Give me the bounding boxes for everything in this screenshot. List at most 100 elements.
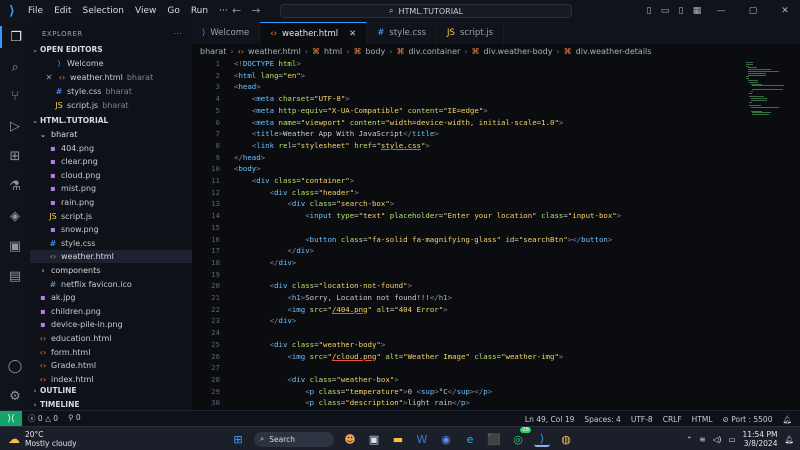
tab-welcome[interactable]: ⟩ Welcome [192,22,261,44]
breadcrumb-item[interactable]: div.weather-details [576,47,652,56]
code-line[interactable]: 13 <div class="search-box"> [192,198,742,210]
code-line[interactable]: 21 <h1>Sorry, Location not found!!!</h1> [192,292,742,304]
notification-icon[interactable]: 🔔︎ [784,435,794,444]
ports-indicator[interactable]: ⚲ 0 [68,413,81,424]
volume-icon[interactable]: ◁) [713,435,722,444]
open-editors-header[interactable]: ⌄ OPEN EDITORS [30,43,192,56]
breadcrumb-item[interactable]: bharat [200,47,226,56]
battery-icon[interactable]: ▭ [728,435,735,444]
tree-file[interactable]: JS script.js [30,210,192,223]
live-server-port[interactable]: ⊘ Port : 5500 [723,415,773,424]
code-line[interactable]: 26 <img src="/cloud.png" alt="Weather Im… [192,351,742,363]
code-line[interactable]: 7 <title>Weather App With JavaScript</ti… [192,128,742,140]
minimize-icon[interactable]: — [706,6,736,16]
source-control-icon[interactable]: ⑂ [0,85,30,107]
workspace-header[interactable]: ⌄ HTML.TUTORIAL [30,114,192,127]
zoom-icon[interactable]: ◉ [438,431,454,447]
breadcrumb-item[interactable]: body [365,47,385,56]
more-actions-icon[interactable]: ··· [174,30,182,38]
code-line[interactable]: 11 <div class="container"> [192,175,742,187]
tree-file[interactable]: ‹› form.html [30,346,192,359]
code-line[interactable]: 10 <body> [192,163,742,175]
toggle-secondary-sidebar-icon[interactable]: ▯ [674,6,688,16]
task-view-icon[interactable]: ▣ [366,431,382,447]
toggle-panel-icon[interactable]: ▭ [658,6,672,16]
toggle-sidebar-icon[interactable]: ▯ [642,6,656,16]
remote-explorer-icon[interactable]: ▣ [0,235,30,257]
tree-file[interactable]: ▪ 404.png [30,142,192,155]
breadcrumb-item[interactable]: div.weather-body [484,47,553,56]
tree-file[interactable]: ▪ device-pile-in.png [30,318,192,331]
tree-folder[interactable]: ⌄ bharat [30,128,192,141]
tab-script-js[interactable]: JS script.js [437,22,505,44]
word-icon[interactable]: W [414,431,430,447]
code-line[interactable]: 4 <meta charset="UTF-8"> [192,93,742,105]
code-line[interactable]: 2 <html lang="en"> [192,70,742,82]
code-line[interactable]: 27 [192,362,742,374]
tree-file[interactable]: # style.css [30,237,192,250]
tab-weather-html[interactable]: ‹› weather.html ✕ [260,22,368,44]
back-arrow-icon[interactable]: ← [232,4,241,17]
command-search[interactable]: ⌕ HTML.TUTORIAL [280,4,572,18]
menu-file[interactable]: File [28,6,43,16]
minimap[interactable] [742,58,800,410]
tree-file[interactable]: ‹› education.html [30,332,192,345]
run-debug-icon[interactable]: ▷ [0,115,30,137]
tree-file[interactable]: # netflix favicon.ico [30,278,192,291]
weather-widget[interactable]: ☁ 20°C Mostly cloudy [8,430,77,448]
notifications-bell-icon[interactable]: 🔔︎ [782,415,792,424]
close-tab-icon[interactable]: ✕ [349,29,356,39]
file-explorer-icon[interactable]: ▬ [390,431,406,447]
close-icon[interactable]: ✕ [44,73,54,82]
menu-run[interactable]: Run [191,6,208,16]
code-line[interactable]: 8 <link rel="stylesheet" href="style.css… [192,140,742,152]
chrome-icon[interactable]: ◍ [558,431,574,447]
code-line[interactable]: 29 <p class="temperature">0 <sup>°C</sup… [192,386,742,398]
tree-folder[interactable]: › components [30,264,192,277]
code-line[interactable]: 12 <div class="header"> [192,187,742,199]
store-icon[interactable]: ⬛ [486,431,502,447]
forward-arrow-icon[interactable]: → [251,4,260,17]
code-line[interactable]: 24 [192,327,742,339]
menu-view[interactable]: View [135,6,156,16]
testing-flask-icon[interactable]: ⚗ [0,175,30,197]
maximize-icon[interactable]: ▢ [738,6,768,16]
wifi-icon[interactable]: ≋ [699,435,705,444]
code-line[interactable]: 19 [192,269,742,281]
code-line[interactable]: 28 <div class="weather-box"> [192,374,742,386]
code-line[interactable]: 15 [192,222,742,234]
taskbar-search[interactable]: ⌕ Search [254,431,334,447]
tree-file[interactable]: ▪ rain.png [30,196,192,209]
tree-file[interactable]: ‹› Grade.html [30,359,192,372]
chevron-up-icon[interactable]: ⌃ [686,435,692,444]
extensions-icon[interactable]: ⊞ [0,145,30,167]
tree-file[interactable]: ▪ cloud.png [30,169,192,182]
account-icon[interactable]: ◯ [0,355,30,377]
edge-icon[interactable]: e [462,431,478,447]
code-line[interactable]: 22 <img src="/404.png" alt="404 Error"> [192,304,742,316]
open-editor-item[interactable]: # style.css bharat [30,85,192,98]
code-line[interactable]: 5 <meta http-equiv="X-UA-Compatible" con… [192,105,742,117]
open-editor-item[interactable]: ✕ ‹› weather.html bharat [30,71,192,84]
indentation[interactable]: Spaces: 4 [584,415,620,424]
code-line[interactable]: 3 <head> [192,81,742,93]
tree-file[interactable]: ▪ snow.png [30,223,192,236]
code-line[interactable]: 14 <input type="text" placeholder="Enter… [192,210,742,222]
vscode-taskbar-icon[interactable]: ⟩ [534,431,550,447]
code-line[interactable]: 23 </div> [192,315,742,327]
open-editor-item[interactable]: JS script.js bharat [30,99,192,112]
code-line[interactable]: 16 <button class="fa-solid fa-magnifying… [192,234,742,246]
windows-start-icon[interactable]: ⊞ [230,431,246,447]
code-line[interactable]: 18 </div> [192,257,742,269]
code-line[interactable]: 20 <div class="location-not-found"> [192,280,742,292]
explorer-icon[interactable]: ❐ [0,26,30,48]
breadcrumb-item[interactable]: div.container [408,47,460,56]
code-line[interactable]: 9 </head> [192,152,742,164]
language-mode[interactable]: HTML [692,415,713,424]
code-line[interactable]: 30 <p class="description">light rain</p> [192,397,742,409]
code-line[interactable]: 25 <div class="weather-body"> [192,339,742,351]
database-icon[interactable]: ◈ [0,205,30,227]
breadcrumb-item[interactable]: html [324,47,342,56]
menu-edit[interactable]: Edit [54,6,71,16]
cursor-position[interactable]: Ln 49, Col 19 [525,415,574,424]
